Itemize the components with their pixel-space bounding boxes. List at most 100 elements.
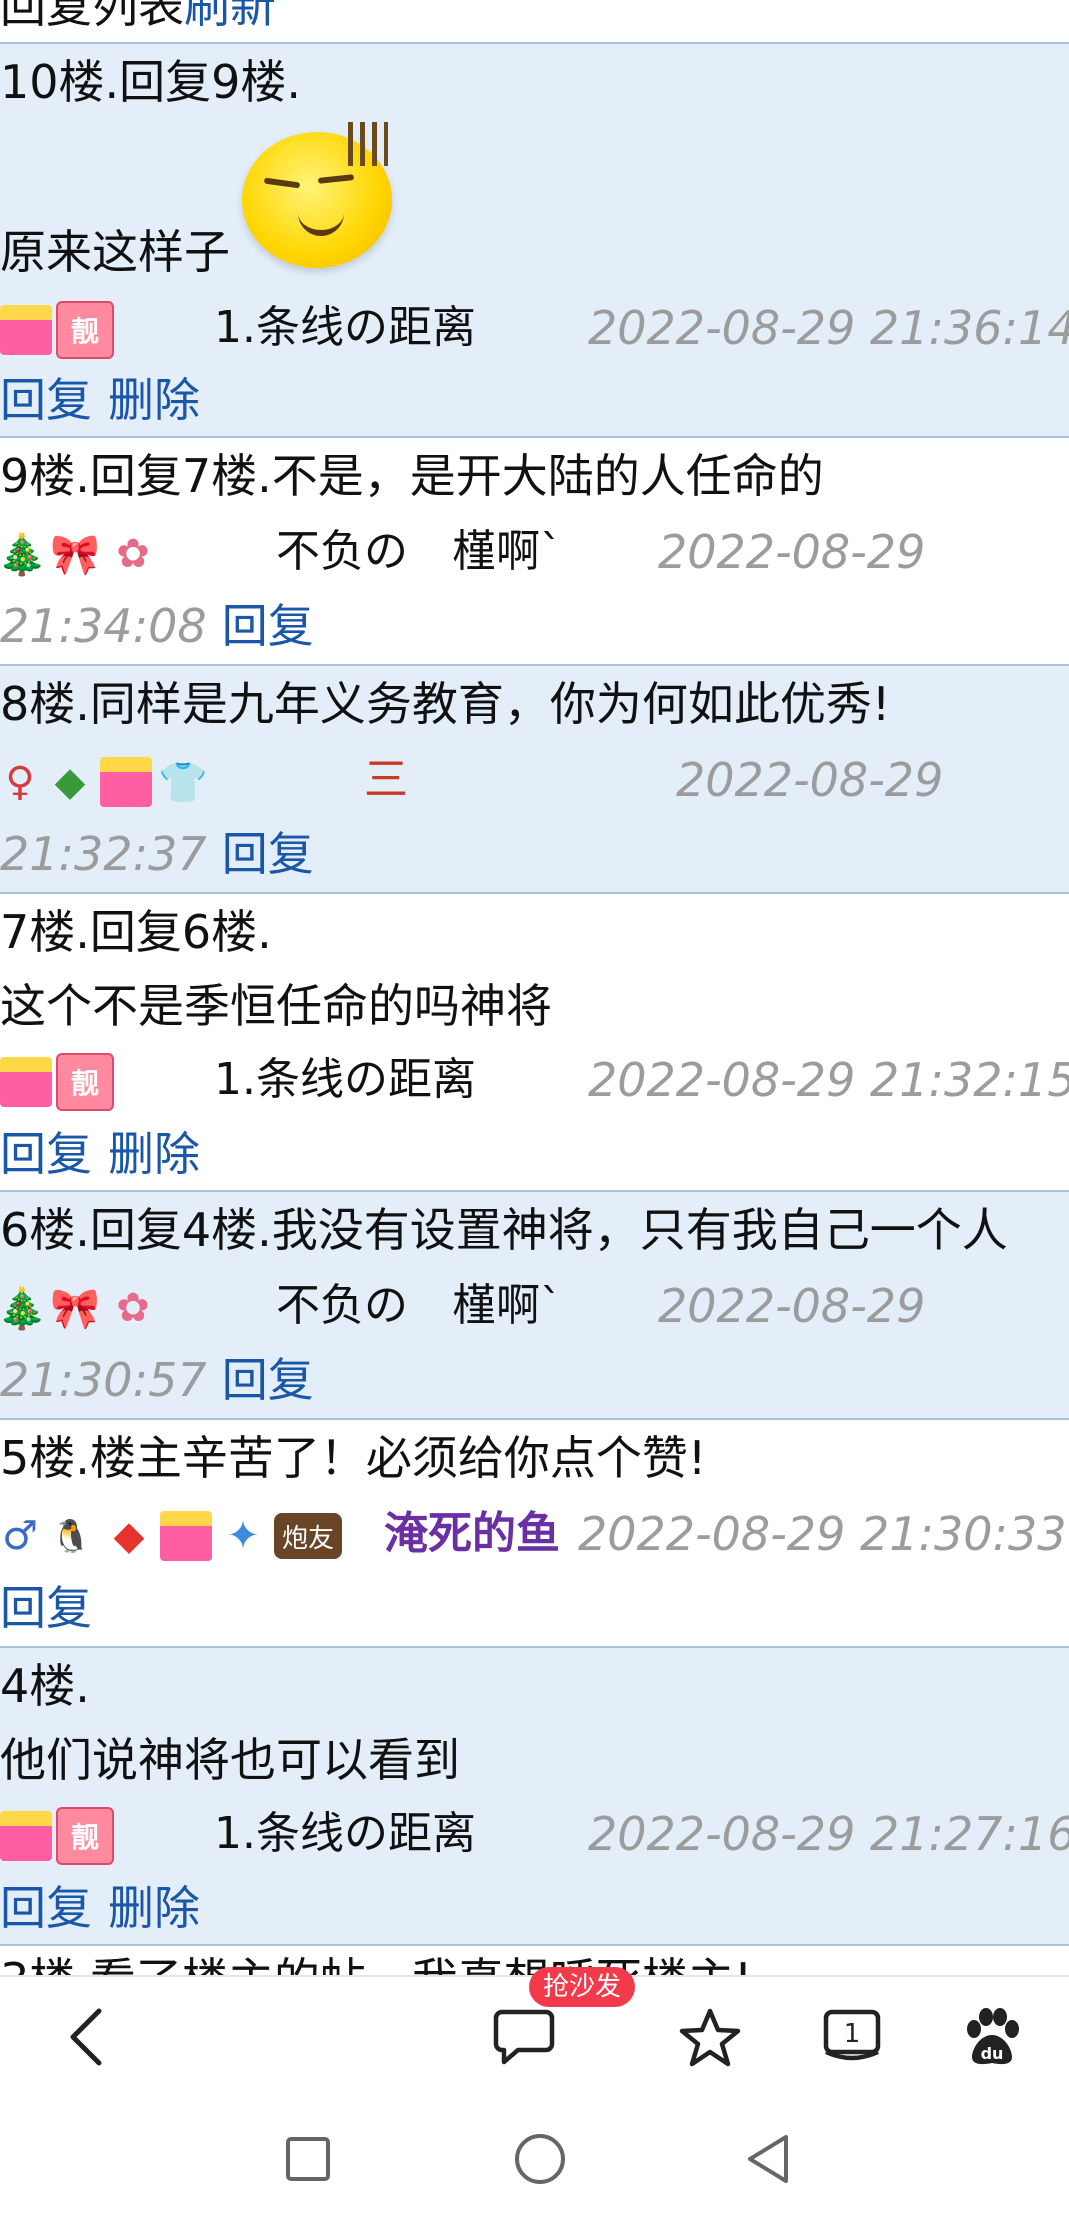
reply-text: 3楼.看了楼主的帖，我真想呼死楼主! xyxy=(0,1946,752,1975)
seal-badge-icon: 靓 xyxy=(56,1807,114,1865)
smirk-emoji-icon xyxy=(242,122,392,268)
red-tag-icon: 🎀 xyxy=(50,1285,100,1332)
gem-icon: ◆ xyxy=(54,759,86,805)
reply-item-10: 10楼.回复9楼. 原来这样子 靓 1.条线の距离 2022-08-29 21:… xyxy=(0,42,1069,438)
pink-badge-icon: ✿ xyxy=(116,531,150,577)
gift-box-icon xyxy=(0,1057,52,1107)
star-icon xyxy=(679,2008,741,2067)
home-button[interactable] xyxy=(508,2127,572,2191)
reply-item-4: 4楼. 他们说神将也可以看到 靓 1.条线の距离 2022-08-29 21:2… xyxy=(0,1646,1069,1946)
reply-content: 原来这样子 xyxy=(0,225,230,279)
gift-box-icon xyxy=(0,305,52,355)
timestamp-time: 21:30:57 xyxy=(0,1353,207,1407)
timestamp-date: 2022-08-29 xyxy=(658,525,926,579)
reply-text: 5楼.楼主辛苦了！必须给你点个赞! xyxy=(0,1431,707,1485)
christmas-tree-icon: 🎄 xyxy=(0,1285,47,1332)
username[interactable]: 不负の 槿啊ˋ xyxy=(276,1268,562,1344)
username[interactable]: 1.条线の距离 xyxy=(214,1796,476,1872)
system-back-button[interactable] xyxy=(736,2127,800,2191)
reply-feed: 回复列表刷新 10楼.回复9楼. 原来这样子 靓 1.条线の距离 2022-08… xyxy=(0,0,1069,1975)
pink-badge-icon: ✿ xyxy=(116,1285,150,1331)
baidu-button[interactable]: du xyxy=(952,1997,1032,2077)
tag-badge: 炮友 xyxy=(274,1513,343,1559)
reply-text: 9楼.回复7楼.不是，是开大陆的人任命的 xyxy=(0,449,824,503)
reply-item-7: 7楼.回复6楼. 这个不是季恒任命的吗神将 靓 1.条线の距离 2022-08-… xyxy=(0,892,1069,1192)
reply-item-8: 8楼.同样是九年义务教育，你为何如此优秀! ♀ ◆ 👕 三 2022-08-29… xyxy=(0,664,1069,894)
comment-bubble-icon xyxy=(493,2009,555,2065)
username[interactable]: 三 xyxy=(364,742,408,818)
gift-box-icon xyxy=(160,1511,212,1561)
shirt-icon: 👕 xyxy=(158,759,208,806)
timestamp: 2022-08-29 21:27:16 xyxy=(588,1807,1069,1861)
book-count: 1 xyxy=(844,2019,861,2049)
baidu-paw-icon: du xyxy=(967,2008,1019,2065)
reply-text: 10楼.回复9楼. xyxy=(0,55,302,109)
timestamp: 2022-08-29 21:32:15 xyxy=(588,1053,1069,1107)
reply-meta: 靓 1.条线の距离 2022-08-29 21:32:15 xyxy=(0,1042,1069,1118)
gift-box-icon xyxy=(0,1811,52,1861)
svg-text:du: du xyxy=(981,2044,1004,2063)
bookshelf-button[interactable]: 1 xyxy=(812,1997,892,2077)
timestamp-time: 21:32:37 xyxy=(0,827,207,881)
reply-meta: 靓 1.条线の距离 2022-08-29 21:36:14 xyxy=(0,290,1069,366)
username[interactable]: 1.条线の距离 xyxy=(214,1042,476,1118)
timestamp-date: 2022-08-29 xyxy=(658,1279,926,1333)
reply-list-header: 回复列表刷新 xyxy=(0,0,1069,42)
red-tag-icon: 🎀 xyxy=(50,531,100,578)
reply-link[interactable]: 回复 xyxy=(222,1353,314,1407)
username[interactable]: 不负の 槿啊ˋ xyxy=(276,514,562,590)
blue-badge-icon: ✦ xyxy=(226,1513,260,1559)
square-icon xyxy=(286,2137,330,2181)
reply-meta: ♂ 🐧 ◆ ✦ 炮友 淹死的鱼 2022-08-29 21:30:33 xyxy=(0,1496,1069,1572)
delete-link[interactable]: 删除 xyxy=(108,1127,200,1181)
system-navigation-bar xyxy=(0,2097,1069,2219)
gift-box-icon xyxy=(100,757,152,807)
reply-meta: 🎄 🎀 ✿ 不负の 槿啊ˋ 2022-08-29 xyxy=(0,514,1069,590)
reply-content: 这个不是季恒任命的吗神将 xyxy=(0,979,552,1033)
comment-button[interactable] xyxy=(484,1997,564,2077)
favorite-button[interactable] xyxy=(670,1997,750,2077)
reply-link[interactable]: 回复 xyxy=(222,827,314,881)
reply-link[interactable]: 回复 xyxy=(222,599,314,653)
boy-figure-icon: ♂ xyxy=(2,1513,38,1559)
reply-link[interactable]: 回复 xyxy=(0,1127,92,1181)
back-button[interactable] xyxy=(46,1997,126,2077)
timestamp: 2022-08-29 21:30:33 xyxy=(578,1507,1067,1561)
reply-meta: 靓 1.条线の距离 2022-08-29 21:27:16 xyxy=(0,1796,1069,1872)
reply-list-label: 回复列表 xyxy=(0,0,184,33)
reply-text: 4楼. xyxy=(0,1659,90,1713)
timestamp-time: 21:34:08 xyxy=(0,599,207,653)
reply-text: 8楼.同样是九年义务教育，你为何如此优秀! xyxy=(0,677,891,731)
reply-content: 他们说神将也可以看到 xyxy=(0,1733,460,1787)
reply-item-5: 5楼.楼主辛苦了！必须给你点个赞! ♂ 🐧 ◆ ✦ 炮友 淹死的鱼 2022-0… xyxy=(0,1418,1069,1648)
reply-link[interactable]: 回复 xyxy=(0,1881,92,1935)
seal-badge-icon: 靓 xyxy=(56,301,114,359)
back-arrow-icon xyxy=(70,2008,102,2066)
book-icon: 1 xyxy=(823,2009,881,2061)
girl-figure-icon: ♀ xyxy=(5,759,35,805)
refresh-link[interactable]: 刷新 xyxy=(184,0,276,33)
delete-link[interactable]: 删除 xyxy=(108,1881,200,1935)
reply-item-9: 9楼.回复7楼.不是，是开大陆的人任命的 🎄 🎀 ✿ 不负の 槿啊ˋ 2022-… xyxy=(0,436,1069,666)
reply-meta: 🎄 🎀 ✿ 不负の 槿啊ˋ 2022-08-29 xyxy=(0,1268,1069,1344)
reply-text: 6楼.回复4楼.我没有设置神将，只有我自己一个人 xyxy=(0,1203,1008,1257)
reply-meta: ♀ ◆ 👕 三 2022-08-29 xyxy=(0,742,1069,818)
penguin-icon: 🐧 xyxy=(51,1517,91,1555)
username[interactable]: 淹死的鱼 xyxy=(384,1496,560,1572)
grab-sofa-badge[interactable]: 抢沙发 xyxy=(529,1967,636,2007)
reply-item-3: 3楼.看了楼主的帖，我真想呼死楼主! xyxy=(0,1944,1069,1975)
reply-link[interactable]: 回复 xyxy=(0,1581,92,1635)
timestamp: 2022-08-29 21:36:14 xyxy=(588,301,1069,355)
circle-icon xyxy=(515,2134,565,2184)
timestamp-date: 2022-08-29 xyxy=(676,753,944,807)
triangle-back-icon xyxy=(748,2135,788,2183)
red-gem-icon: ◆ xyxy=(113,1513,145,1559)
reply-link[interactable]: 回复 xyxy=(0,373,92,427)
username[interactable]: 1.条线の距离 xyxy=(214,290,476,366)
delete-link[interactable]: 删除 xyxy=(108,373,200,427)
christmas-tree-icon: 🎄 xyxy=(0,531,47,578)
recents-button[interactable] xyxy=(276,2127,340,2191)
bottom-toolbar: 抢沙发 1 du xyxy=(0,1967,1069,2097)
reply-text: 7楼.回复6楼. xyxy=(0,905,272,959)
reply-item-6: 6楼.回复4楼.我没有设置神将，只有我自己一个人 🎄 🎀 ✿ 不负の 槿啊ˋ 2… xyxy=(0,1190,1069,1420)
